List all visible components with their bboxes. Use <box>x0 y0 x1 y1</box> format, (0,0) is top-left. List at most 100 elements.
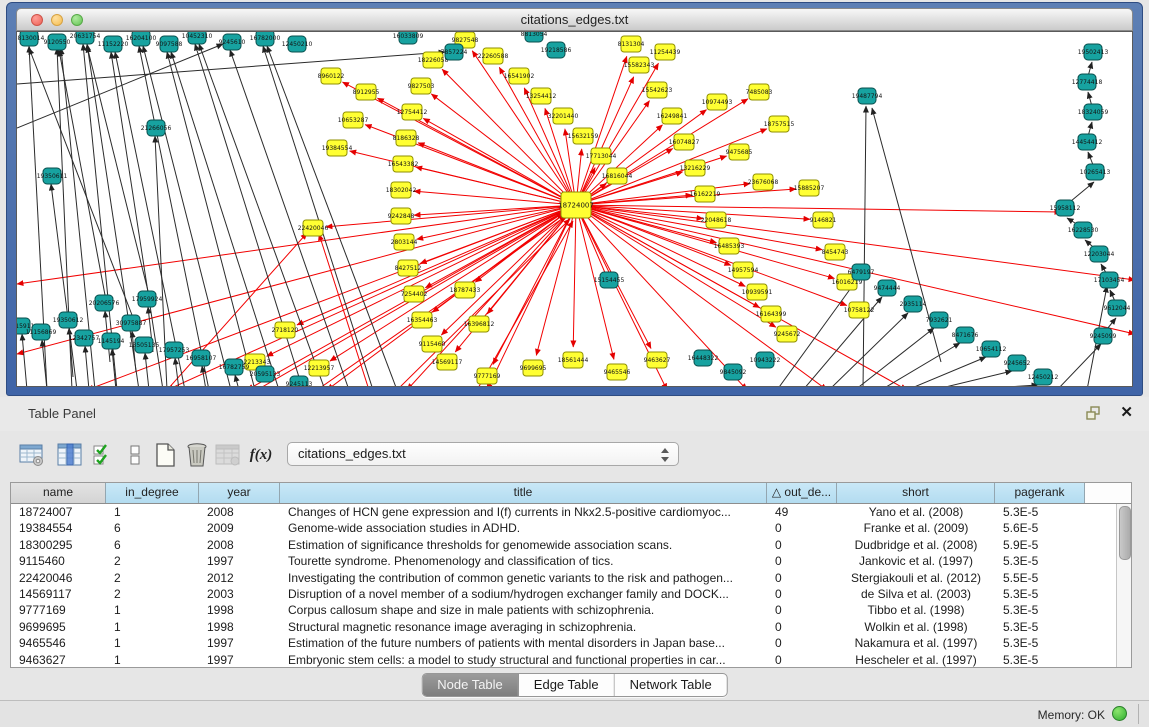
minimize-button[interactable] <box>51 14 63 26</box>
cell-title: Corpus callosum shape and size in male p… <box>280 602 767 618</box>
cell-year: 2009 <box>199 520 280 536</box>
table-row[interactable]: 1456911722003Disruption of a novel membe… <box>11 586 1116 602</box>
citation-edge-black <box>202 366 206 387</box>
graph-node-label: 9465546 <box>604 369 631 376</box>
cell-in_degree: 2 <box>106 553 199 569</box>
graph-node-label: 20631754 <box>70 33 101 40</box>
cell-pagerank: 5.9E-5 <box>995 537 1085 553</box>
graph-node-label: 12342757 <box>69 335 100 342</box>
cell-year: 2003 <box>199 586 280 602</box>
column-header-short[interactable]: short <box>837 483 995 503</box>
cell-short: Stergiakouli et al. (2012) <box>837 570 995 586</box>
graph-node-label: 16485393 <box>714 243 745 250</box>
float-window-icon[interactable] <box>1085 405 1103 421</box>
create-column-icon[interactable] <box>150 440 180 470</box>
table-body: 1872400712008Changes of HCN gene express… <box>11 504 1116 667</box>
graph-node-label: 8454743 <box>822 249 849 256</box>
cell-out_de: 0 <box>767 553 837 569</box>
table-row[interactable]: 1872400712008Changes of HCN gene express… <box>11 504 1116 520</box>
zoom-button[interactable] <box>71 14 83 26</box>
table-row[interactable]: 946554611997Estimation of the future num… <box>11 635 1116 651</box>
graph-node-label: 16164399 <box>756 311 787 318</box>
network-window-titlebar[interactable]: citations_edges.txt <box>16 8 1133 31</box>
cell-title: Changes of HCN gene expression and I(f) … <box>280 504 767 520</box>
table-row[interactable]: 1938455462009Genome-wide association stu… <box>11 520 1116 536</box>
delete-column-icon[interactable] <box>182 440 212 470</box>
citation-edge-black <box>235 375 239 387</box>
cell-title: Genome-wide association studies in ADHD. <box>280 520 767 536</box>
graph-node-label: 19502413 <box>1078 49 1109 56</box>
table-row[interactable]: 911546021997Tourette syndrome. Phenomeno… <box>11 553 1116 569</box>
scrollbar-thumb[interactable] <box>1119 506 1131 560</box>
row-height-icon[interactable] <box>120 440 150 470</box>
column-header-in_degree[interactable]: in_degree <box>106 483 199 503</box>
cell-year: 1997 <box>199 652 280 668</box>
cell-in_degree: 2 <box>106 570 199 586</box>
graph-node-label: 16249841 <box>657 113 688 120</box>
column-header-title[interactable]: title <box>280 483 767 503</box>
function-builder-icon[interactable]: f(x) <box>246 440 276 470</box>
column-header-year[interactable]: year <box>199 483 280 503</box>
cell-name: 9465546 <box>11 635 106 651</box>
table-row[interactable]: 2242004622012Investigating the contribut… <box>11 570 1116 586</box>
graph-node-label: 15885207 <box>794 185 825 192</box>
graph-node-label: 9245113 <box>286 381 313 387</box>
column-header-name[interactable]: name <box>11 483 106 503</box>
graph-node-label: 10943222 <box>750 357 781 364</box>
memory-status-indicator[interactable] <box>1112 706 1127 721</box>
table-type-tabs: Node TableEdge TableNetwork Table <box>421 673 728 697</box>
table-mode-icon[interactable] <box>17 440 47 470</box>
graph-node-label: 9474444 <box>874 285 901 292</box>
table-selector-dropdown[interactable]: citations_edges.txt <box>287 442 679 466</box>
citation-edge-red <box>442 69 576 205</box>
cell-out_de: 0 <box>767 586 837 602</box>
selection-mode-icon[interactable] <box>89 440 119 470</box>
table-row[interactable]: 969969511998Structural magnetic resonanc… <box>11 619 1116 635</box>
tab-node-table[interactable]: Node Table <box>422 674 519 696</box>
cell-in_degree: 1 <box>106 504 199 520</box>
close-button[interactable] <box>31 14 43 26</box>
graph-node-label: 17713044 <box>586 153 617 160</box>
citation-edge-black <box>829 313 908 387</box>
node-table: namein_degreeyeartitle△ out_de...shortpa… <box>10 482 1132 668</box>
graph-node-label: 9777169 <box>474 373 501 380</box>
tab-edge-table[interactable]: Edge Table <box>519 674 615 696</box>
close-panel-icon[interactable]: ✕ <box>1120 403 1133 421</box>
cell-out_de: 49 <box>767 504 837 520</box>
network-canvas[interactable]: 1822605898275031275441281863281654338218… <box>16 31 1133 387</box>
cell-title: Tourette syndrome. Phenomenology and cla… <box>280 553 767 569</box>
graph-node-label: 15582343 <box>624 62 655 69</box>
graph-node-label: 19350612 <box>53 317 84 324</box>
graph-node-label: 9146821 <box>810 217 837 224</box>
table-row[interactable]: 946362711997Embryonic stem cells: a mode… <box>11 652 1116 668</box>
cell-out_de: 0 <box>767 520 837 536</box>
graph-node-label: 18757515 <box>764 121 795 128</box>
graph-node-label: 9827503 <box>408 83 435 90</box>
graph-node-label: 23676068 <box>748 179 779 186</box>
cell-title: Disruption of a novel member of a sodium… <box>280 586 767 602</box>
cell-short: Franke et al. (2009) <box>837 520 995 536</box>
column-header-pagerank[interactable]: pagerank <box>995 483 1085 503</box>
cell-pagerank: 5.3E-5 <box>995 586 1085 602</box>
graph-node-label: 16541902 <box>504 73 535 80</box>
graph-node-label: 9827548 <box>452 37 479 44</box>
graph-node-label: 15632159 <box>568 133 599 140</box>
graph-node-label: 13505135 <box>129 342 160 349</box>
column-header-out_de[interactable]: △ out_de... <box>767 483 837 503</box>
show-columns-icon[interactable] <box>55 440 85 470</box>
graph-node-label: 19350611 <box>37 173 68 180</box>
vertical-scrollbar[interactable] <box>1116 504 1131 667</box>
cell-short: Wolkin et al. (1998) <box>837 619 995 635</box>
cell-pagerank: 5.3E-5 <box>995 602 1085 618</box>
tab-network-table[interactable]: Network Table <box>615 674 727 696</box>
cell-short: Hescheler et al. (1997) <box>837 652 995 668</box>
graph-node-label: 17957253 <box>159 347 190 354</box>
graph-node-label: 18226058 <box>418 57 449 64</box>
table-row[interactable]: 1830029562008Estimation of significance … <box>11 537 1116 553</box>
graph-node-label: 10974493 <box>702 99 733 106</box>
graph-node-label: 9475685 <box>726 149 753 156</box>
table-row[interactable]: 977716911998Corpus callosum shape and si… <box>11 602 1116 618</box>
delete-table-icon[interactable] <box>213 440 243 470</box>
cell-name: 9463627 <box>11 652 106 668</box>
graph-node-label: 9242848 <box>388 213 415 220</box>
